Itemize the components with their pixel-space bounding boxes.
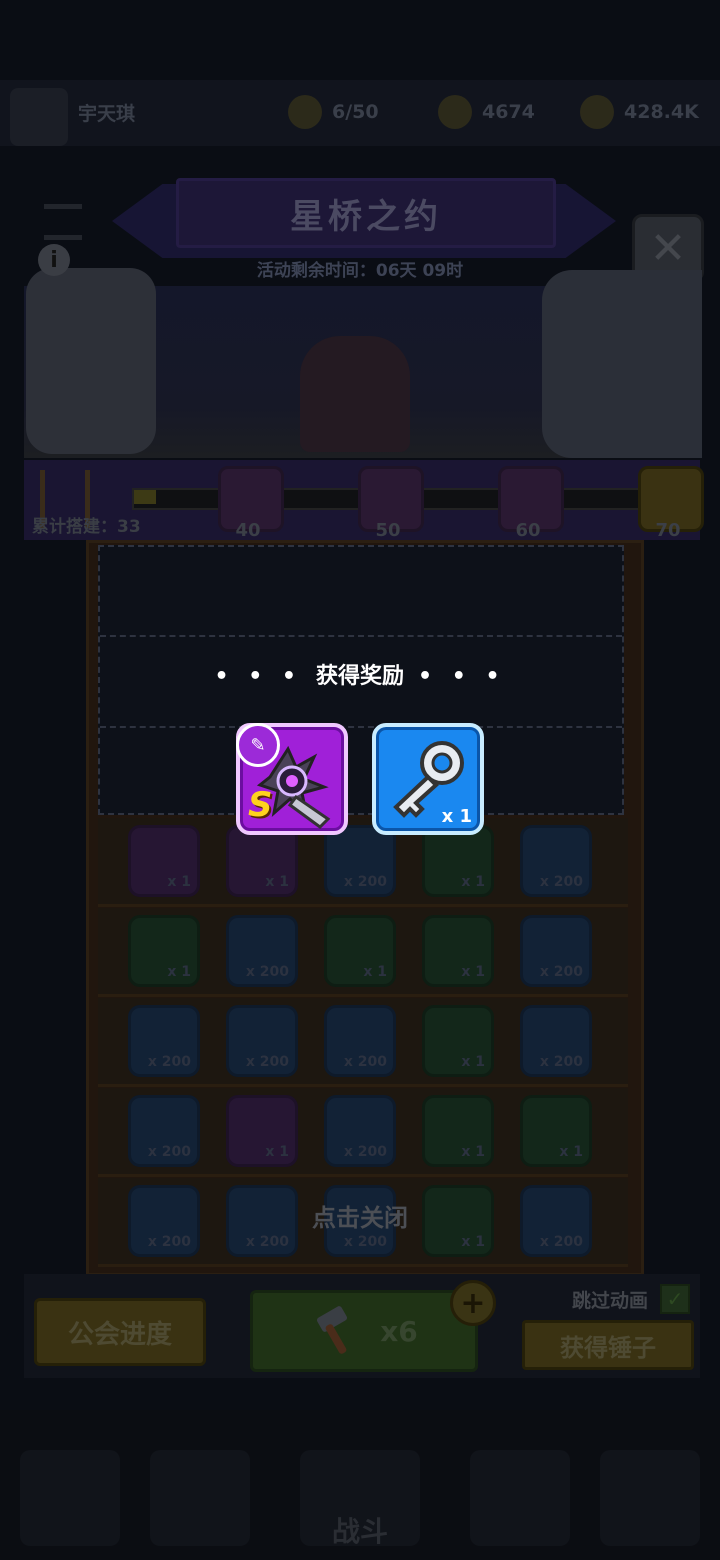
reward-title: • • • 获得奖励 • • • <box>214 664 506 689</box>
skip-animation-checkbox[interactable]: ✓ <box>660 1284 690 1314</box>
tile-quantity: x 200 <box>245 1234 289 1250</box>
milestone-label: 60 <box>515 520 541 541</box>
board-tile: x 200 <box>520 825 592 897</box>
milestone-label: 50 <box>375 520 401 541</box>
tile-quantity: x 200 <box>343 1144 387 1160</box>
energy-icon <box>288 95 322 129</box>
tile-quantity: x 1 <box>461 964 485 980</box>
board-tile: x 1 <box>520 1095 592 1167</box>
tile-quantity: x 200 <box>343 1234 387 1250</box>
nav-item-shop[interactable] <box>20 1450 120 1546</box>
event-timer: 活动剩余时间：06天 09时 <box>256 261 464 281</box>
tile-quantity: x 200 <box>147 1234 191 1250</box>
board-tile: x 200 <box>324 1095 396 1167</box>
weapon-type-icon: ✎ <box>236 723 280 767</box>
coin-icon <box>580 95 614 129</box>
nav-item-equipment[interactable] <box>150 1450 250 1546</box>
tile-quantity: x 200 <box>343 874 387 890</box>
tile-quantity: x 200 <box>147 1144 191 1160</box>
player-avatar[interactable] <box>10 88 68 146</box>
tile-quantity: x 1 <box>363 964 387 980</box>
player-name: 宇天琪 <box>78 102 136 125</box>
tile-quantity: x 200 <box>539 874 583 890</box>
reward-weapon-s[interactable]: ✎ S <box>236 723 348 835</box>
board-tile: x 200 <box>128 1095 200 1167</box>
board-tile: x 200 <box>226 915 298 987</box>
menu-icon[interactable] <box>44 204 82 240</box>
tap-to-close-hint[interactable]: 点击关闭 <box>0 1198 720 1233</box>
info-icon[interactable]: i <box>38 244 70 276</box>
hammer-icon <box>317 1306 348 1354</box>
coin-counter[interactable]: 428.4K <box>580 92 699 132</box>
tile-quantity: x 1 <box>559 1144 583 1160</box>
board-tile: x 200 <box>324 1005 396 1077</box>
milestone-label: 70 <box>655 520 681 541</box>
hammer-count: x6 <box>380 1314 418 1348</box>
nav-label-battle: 战斗 <box>331 1515 388 1548</box>
board-tile: x 1 <box>226 1095 298 1167</box>
tile-quantity: x 200 <box>147 1054 191 1070</box>
tile-quantity: x 1 <box>461 874 485 890</box>
gem-counter[interactable]: 4674 <box>438 92 535 132</box>
robot-right-illustration <box>542 270 702 458</box>
reward-silver-key[interactable]: x 1 <box>372 723 484 835</box>
divider <box>100 726 622 728</box>
add-hammer-button[interactable]: + <box>450 1280 496 1326</box>
tile-quantity: x 1 <box>461 1144 485 1160</box>
tile-quantity: x 1 <box>167 964 191 980</box>
tile-quantity: x 1 <box>167 874 191 890</box>
energy-counter[interactable]: 6/50 <box>288 92 379 132</box>
board-tile: x 1 <box>226 825 298 897</box>
robot-left-illustration <box>26 268 156 454</box>
board-tile: x 1 <box>128 915 200 987</box>
board-tile: x 200 <box>520 1005 592 1077</box>
get-hammer-button[interactable]: 获得锤子 <box>522 1320 694 1370</box>
guild-progress-button[interactable]: 公会进度 <box>34 1298 206 1366</box>
nav-item-events[interactable] <box>600 1450 700 1546</box>
milestone-label: 40 <box>235 520 261 541</box>
tile-quantity: x 1 <box>265 1144 289 1160</box>
dots-decoration: • • • <box>418 664 506 689</box>
grade-badge: S <box>248 785 273 825</box>
tile-quantity: x 200 <box>539 1234 583 1250</box>
accumulated-count: 累计搭建：33 <box>32 517 141 537</box>
tile-quantity: x 200 <box>539 1054 583 1070</box>
tile-quantity: x 1 <box>265 874 289 890</box>
tile-quantity: x 200 <box>539 964 583 980</box>
reward-quantity: x 1 <box>441 806 472 827</box>
board-tile: x 1 <box>422 1005 494 1077</box>
progress-fill <box>134 490 156 504</box>
board-tile: x 200 <box>324 825 396 897</box>
tile-quantity: x 200 <box>245 1054 289 1070</box>
divider <box>100 635 622 637</box>
board-tile: x 1 <box>422 915 494 987</box>
tile-quantity: x 1 <box>461 1234 485 1250</box>
nav-item-guild[interactable] <box>470 1450 570 1546</box>
board-tile: x 1 <box>128 825 200 897</box>
board-tile: x 200 <box>128 1005 200 1077</box>
tile-quantity: x 200 <box>245 964 289 980</box>
board-tile: x 1 <box>324 915 396 987</box>
board-tile: x 1 <box>422 825 494 897</box>
board-tile: x 200 <box>226 1005 298 1077</box>
princess-illustration <box>300 336 410 452</box>
tile-quantity: x 200 <box>343 1054 387 1070</box>
event-title: 星桥之约 <box>176 178 556 248</box>
board-tile: x 200 <box>520 915 592 987</box>
dots-decoration: • • • <box>214 664 302 689</box>
skip-animation-label: 跳过动画 <box>572 1290 649 1312</box>
use-hammer-button[interactable]: x6 <box>250 1290 478 1372</box>
gem-icon <box>438 95 472 129</box>
board-tile: x 1 <box>422 1095 494 1167</box>
tile-quantity: x 1 <box>461 1054 485 1070</box>
